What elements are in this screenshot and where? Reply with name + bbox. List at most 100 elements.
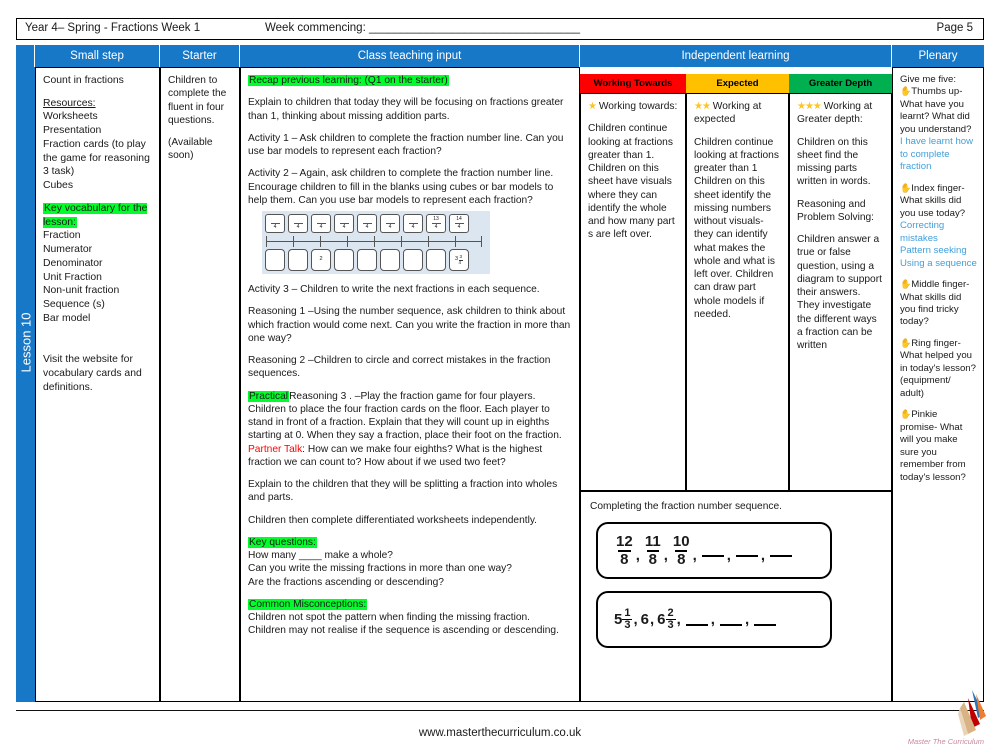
expected-body: Children continue looking at fractions g… [694,136,779,320]
hand-icon: ✋ [900,337,912,348]
blank-term [735,544,758,558]
fraction-card: 4 [357,214,377,233]
footer-divider [16,710,984,711]
practical-tag: Practical [248,390,290,402]
resources-heading: Resources: [43,97,96,109]
starter-cell: Children to complete the fluent in four … [160,67,240,702]
level-header-expected: Expected [686,74,789,93]
key-questions-heading: Key questions: [248,536,317,548]
mixed-number: 3 3 4 [454,254,464,265]
hand-icon: ✋ [900,409,912,420]
fraction-term: 10 8 [672,533,690,568]
starter-line-2: (Available soon) [168,137,213,162]
worksheet-title: Completing the fraction number sequence. [590,501,782,512]
fraction-term: 12 8 [616,533,633,568]
hand-icon: ✋ [900,279,912,290]
answer-box [403,249,423,271]
plenary-prompt-4: Ring finger- What helped you in today's … [900,337,976,399]
common-misconceptions-heading: Common Misconceptions: [248,598,368,610]
column-header-class-teaching-input: Class teaching input [240,45,580,67]
reasoning-1: Reasoning 1 –Using the number sequence, … [248,306,571,344]
mixed-number-term: 513 [614,607,633,632]
blank-term [685,613,708,627]
activity-3: Activity 3 – Children to write the next … [248,284,540,295]
week-commencing-field: Week commencing: _______________________… [265,22,581,34]
plenary-cell: Give me five: ✋Thumbs up- What have you … [892,67,984,702]
level-header-greater-depth: Greater Depth [789,74,892,93]
hand-icon: ✋ [900,182,912,193]
document-header: Year 4– Spring - Fractions Week 1 Week c… [16,18,984,40]
greater-depth-cell: ★★★ Working at Greater depth: Children o… [789,93,892,491]
reasoning-2: Reasoning 2 –Children to circle and corr… [248,355,551,380]
greater-depth-body-3: Children answer a true or false question… [797,234,882,351]
lesson-spine: Lesson 10 [16,67,35,702]
activity-2: Activity 2 – Again, ask children to comp… [248,168,554,206]
denominator: 4 [273,223,277,230]
starter-line-1: Children to complete the fluent in four … [168,75,227,126]
column-header-small-step: Small step [35,45,160,67]
blank-term [701,544,724,558]
plenary-answer-2: Correcting mistakes Pattern seeking Usin… [900,220,977,269]
answer-box [288,249,308,271]
brand-logo-text: Master The Curriculum [907,737,984,746]
working-towards-body: Children continue looking at fractions g… [588,123,675,241]
common-misconceptions-list: Children not spot the pattern when findi… [248,612,559,637]
worksheets-note: Children then complete differentiated wo… [248,514,538,526]
fraction-sequence-1: 12 8, 11 8, 10 8, , , [614,534,794,567]
hand-icon: ✋ [900,86,912,97]
key-vocabulary-heading: Key vocabulary for the lesson: [43,202,148,228]
plenary-prompt-5: Pinkie promise- What will you make sure … [900,409,966,483]
answer-box [265,249,285,271]
fraction-sequence-box-1: 12 8, 11 8, 10 8, , , [596,522,832,580]
star-rating-icon: ★★ [694,101,711,112]
fraction-card: 4 [380,214,400,233]
key-vocabulary-list: Fraction Numerator Denominator Unit Frac… [43,230,120,324]
number-line-bottom-boxes: 2 3 3 4 [262,249,490,271]
key-questions-list: How many ____ make a whole? Can you writ… [248,550,512,588]
answer-box: 3 3 4 [449,249,469,271]
column-header-starter: Starter [160,45,240,67]
blank-term [754,613,777,627]
answer-box [334,249,354,271]
lesson-number-label: Lesson 10 [18,312,34,373]
worksheet-preview-cell: Completing the fraction number sequence.… [580,491,892,702]
fraction-sequence-2: 513, 6, 623, , , [614,607,778,632]
fraction-card: 4 [403,214,423,233]
fraction-number-line-figure: 4 4 4 4 4 4 4 13 4 14 4 2 3 3 4 [262,211,490,274]
plenary-prompt-1: Thumbs up- What have you learnt? What di… [900,86,972,135]
number-line-axis [266,235,482,247]
star-rating-icon: ★★★ [797,101,822,112]
plenary-prompt-3: Middle finger- What skills did you find … [900,279,970,328]
fraction-card: 13 4 [426,214,446,233]
working-towards-title: Working towards: [598,101,678,112]
fraction-card: 4 [334,214,354,233]
fraction-card: 4 [265,214,285,233]
level-header-working-towards: Working Towards [580,74,686,93]
small-step-objective: Count in fractions [43,75,124,86]
number-line-top-cards: 4 4 4 4 4 4 4 13 4 14 4 [262,214,490,233]
answer-box [426,249,446,271]
teaching-intro: Explain to children that today they will… [248,97,564,122]
answer-box: 2 [311,249,331,271]
footer-url: www.masterthecurriculum.co.uk [418,727,582,739]
column-header-independent-learning: Independent learning [580,45,892,67]
fraction-card: 14 4 [449,214,469,233]
star-rating-icon: ★ [588,101,597,112]
fraction-card: 4 [288,214,308,233]
answer-box [380,249,400,271]
page-title: Year 4– Spring - Fractions Week 1 [25,22,201,34]
page-number: Page 5 [936,22,973,34]
plenary-answer-1: I have learnt how to complete fraction [900,136,974,173]
column-header-spine [16,45,35,67]
fraction-sequence-box-2: 513, 6, 623, , , [596,591,832,649]
activity-1: Activity 1 – Ask children to complete th… [248,132,564,157]
blank-term [770,544,793,558]
lesson-plan-page: Year 4– Spring - Fractions Week 1 Week c… [0,0,1000,750]
fraction-term: 11 8 [644,533,661,568]
partner-talk-tag: Partner Talk [248,443,303,455]
class-teaching-input-cell: Recap previous learning: (Q1 on the star… [240,67,580,702]
small-step-cell: Count in fractions Resources: Worksheets… [35,67,160,702]
splitting-note: Explain to the children that they will b… [248,479,558,504]
mixed-number-term: 623 [657,607,676,632]
resources-list: Worksheets Presentation Fraction cards (… [43,111,150,192]
